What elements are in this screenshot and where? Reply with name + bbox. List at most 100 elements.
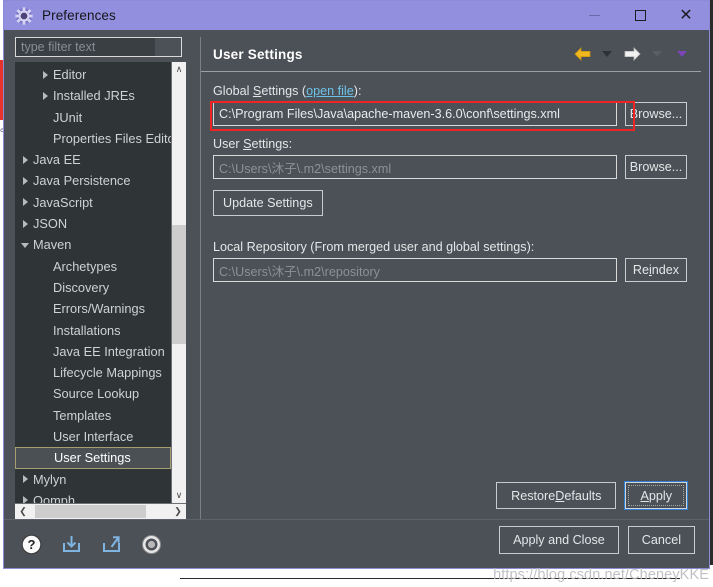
reindex-label-suffix: ndex — [651, 263, 680, 277]
scroll-right-icon[interactable]: ❯ — [170, 504, 186, 519]
tree-item-junit[interactable]: JUnit — [15, 106, 171, 127]
scroll-down-icon[interactable]: ∨ — [172, 488, 186, 503]
preferences-page: User Settings Global Settings (open file… — [200, 37, 701, 519]
preferences-tree[interactable]: Editor Installed JREs JUnit Properties File… — [15, 61, 171, 503]
chevron-right-icon[interactable] — [37, 70, 53, 79]
chevron-right-icon[interactable] — [17, 475, 33, 484]
chevron-right-icon[interactable] — [17, 219, 33, 228]
tree-item-label: Lifecycle Mappings — [53, 365, 162, 381]
reindex-label-prefix: Re — [632, 263, 649, 277]
svg-text:?: ? — [28, 537, 36, 552]
tree-item-templates[interactable]: Templates — [15, 405, 171, 426]
tree-item-archetypes[interactable]: Archetypes — [15, 256, 171, 277]
tree-item-json[interactable]: JSON — [15, 213, 171, 234]
open-file-link[interactable]: open file — [306, 84, 354, 98]
dialog-titlebar: Preferences ✕ — [4, 1, 709, 30]
tree-item-maven[interactable]: Maven — [15, 234, 171, 255]
forward-arrow-icon[interactable] — [621, 43, 643, 65]
tree-item-mylyn[interactable]: Mylyn — [15, 469, 171, 490]
scroll-up-icon[interactable]: ∧ — [172, 61, 186, 77]
back-history-chevron-down-icon[interactable] — [596, 43, 618, 65]
filter-clear-area[interactable] — [155, 38, 181, 56]
view-menu-chevron-down-icon[interactable] — [671, 43, 693, 65]
tree-item-user-interface[interactable]: User Interface — [15, 426, 171, 447]
dialog-action-buttons: Apply and Close Cancel — [499, 526, 695, 554]
tree-item-source-lookup[interactable]: Source Lookup — [15, 383, 171, 404]
tree-item-label: Properties Files Editor — [53, 130, 171, 146]
maximize-icon — [634, 10, 646, 21]
tree-vertical-scrollbar[interactable]: ∧ ∨ — [171, 61, 186, 503]
chevron-right-icon[interactable] — [17, 496, 33, 503]
tree-item-label: Mylyn — [33, 471, 67, 487]
tree-item-lifecycle-mappings[interactable]: Lifecycle Mappings — [15, 362, 171, 383]
chevron-right-icon[interactable] — [37, 91, 53, 100]
restore-defaults-mnemonic: D — [555, 488, 565, 503]
vscroll-track[interactable] — [172, 76, 186, 488]
background-bottom-rule — [180, 578, 680, 579]
user-settings-label: User Settings: — [213, 137, 687, 151]
tree-item-oomph[interactable]: Oomph — [15, 490, 171, 503]
reindex-button[interactable]: Re i ndex — [625, 258, 687, 282]
tree-item-label: User Settings — [54, 450, 131, 466]
global-settings-label-suffix: ettings ( — [261, 84, 307, 98]
import-icon[interactable] — [60, 533, 83, 556]
preferences-sidebar: Editor Installed JREs JUnit Properties File… — [4, 30, 192, 519]
tree-item-label: Oomph — [33, 492, 75, 503]
export-icon[interactable] — [100, 533, 123, 556]
tree-item-java-ee[interactable]: Java EE — [15, 149, 171, 170]
footer-icon-group: ? — [20, 533, 163, 556]
page-navigation-tools — [571, 37, 693, 71]
chevron-right-icon[interactable] — [17, 155, 33, 164]
hscroll-track[interactable] — [31, 504, 170, 519]
help-icon[interactable]: ? — [20, 533, 43, 556]
filter-box[interactable] — [15, 37, 182, 57]
oomph-setup-icon[interactable] — [140, 533, 163, 556]
cancel-button[interactable]: Cancel — [627, 526, 695, 554]
tree-item-editor[interactable]: Editor — [15, 64, 171, 85]
page-header: User Settings — [201, 37, 701, 72]
tree-item-java-ee-integration[interactable]: Java EE Integration — [15, 341, 171, 362]
maximize-button[interactable] — [617, 1, 663, 30]
tree-item-javascript[interactable]: JavaScript — [15, 192, 171, 213]
scroll-left-icon[interactable]: ❮ — [15, 504, 31, 519]
user-settings-browse-button[interactable]: Browse... — [625, 155, 687, 179]
page-title: User Settings — [213, 46, 303, 62]
minimize-button[interactable] — [571, 1, 617, 30]
back-arrow-icon[interactable] — [571, 43, 593, 65]
minimize-icon — [588, 15, 600, 16]
apply-button[interactable]: Apply — [624, 481, 688, 510]
tree-item-installed-jres[interactable]: Installed JREs — [15, 85, 171, 106]
global-settings-browse-button[interactable]: Browse... — [625, 102, 687, 126]
global-settings-label-prefix: Global — [213, 84, 253, 98]
tree-item-label: Java EE — [33, 152, 81, 168]
chevron-right-icon[interactable] — [17, 176, 33, 185]
tree-item-label: Maven — [33, 237, 72, 253]
tree-item-java-persistence[interactable]: Java Persistence — [15, 170, 171, 191]
local-repository-input[interactable]: C:\Users\沐子\.m2\repository — [213, 258, 617, 282]
tree-horizontal-scrollbar[interactable]: ❮ ❯ — [15, 503, 186, 519]
chevron-right-icon[interactable] — [17, 198, 33, 207]
restore-defaults-button[interactable]: Restore Defaults — [496, 482, 617, 509]
apply-and-close-button[interactable]: Apply and Close — [499, 526, 619, 554]
local-repository-row: C:\Users\沐子\.m2\repository Re i ndex — [213, 258, 687, 282]
vscroll-thumb[interactable] — [172, 224, 186, 345]
user-settings-row: C:\Users\沐子\.m2\settings.xml Browse... — [213, 155, 687, 179]
update-settings-row: Update Settings — [213, 190, 687, 216]
hscroll-thumb[interactable] — [35, 505, 147, 518]
tree-item-user-settings[interactable]: User Settings — [15, 447, 171, 469]
tree-item-installations[interactable]: Installations — [15, 319, 171, 340]
update-settings-button[interactable]: Update Settings — [213, 190, 323, 216]
tree-item-properties-files-editor[interactable]: Properties Files Editor — [15, 128, 171, 149]
preferences-dialog: Preferences ✕ Editor Installed JREs JUnit P… — [3, 0, 710, 569]
global-settings-label-end: ): — [353, 84, 362, 98]
user-settings-input[interactable]: C:\Users\沐子\.m2\settings.xml — [213, 155, 617, 179]
chevron-down-icon[interactable] — [17, 241, 33, 249]
tree-item-errors-warnings[interactable]: Errors/Warnings — [15, 298, 171, 319]
tree-item-discovery[interactable]: Discovery — [15, 277, 171, 298]
restore-defaults-suffix: efaults — [564, 488, 602, 503]
close-button[interactable]: ✕ — [663, 1, 709, 30]
global-settings-input[interactable]: C:\Program Files\Java\apache-maven-3.6.0… — [213, 102, 617, 126]
preferences-tree-area: Editor Installed JREs JUnit Properties File… — [15, 61, 186, 503]
search-input[interactable] — [21, 39, 156, 54]
tree-item-label: Errors/Warnings — [53, 301, 145, 317]
